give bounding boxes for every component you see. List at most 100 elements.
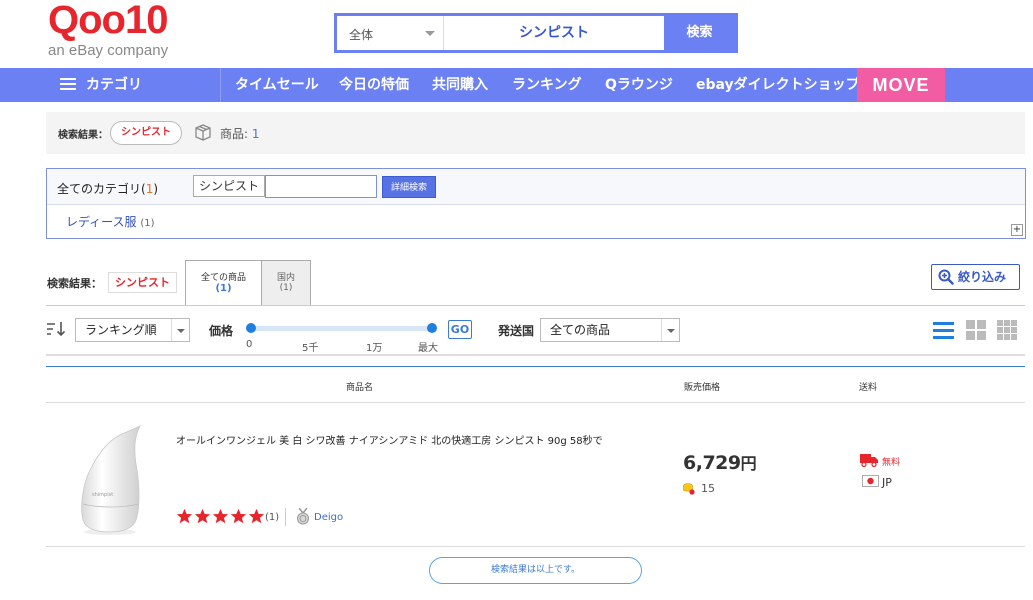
- free-shipping-label: 無料: [882, 458, 901, 468]
- category-item-ladies-clothing[interactable]: レディース服 (1): [66, 213, 155, 230]
- product-price-currency: 円: [740, 454, 757, 473]
- col-header-price: 販売価格: [684, 383, 721, 393]
- expand-categories-button[interactable]: +: [1011, 224, 1023, 236]
- product-count-value: 1: [251, 127, 260, 141]
- ship-country-value: 全ての商品: [550, 323, 611, 337]
- row-divider: [46, 546, 1025, 547]
- star-icon: [230, 508, 247, 524]
- price-tick: 最大: [418, 343, 438, 354]
- tabs-result-label: 検索結果：: [47, 277, 102, 290]
- nav-item-qlounge[interactable]: Qラウンジ: [605, 68, 673, 102]
- price-slider-track[interactable]: [250, 326, 433, 331]
- product-points: 15: [701, 482, 715, 495]
- ship-country-label: 発送国: [498, 324, 535, 338]
- ship-country: JP: [882, 476, 892, 489]
- search-category-value: 全体: [349, 28, 374, 42]
- nav-item-ranking[interactable]: ランキング: [512, 68, 582, 102]
- category-item-count: (1): [140, 218, 155, 229]
- seller-link[interactable]: Deigo: [314, 512, 343, 523]
- logo-text: Qoo10: [48, 0, 168, 42]
- ship-country-select[interactable]: 全ての商品: [540, 318, 680, 342]
- seller-medal-icon: [297, 508, 309, 525]
- category-filter-box: 全てのカテゴリ(1) シンピスト 詳細検索 レディース服 (1) +: [46, 168, 1026, 239]
- col-header-shipping: 送料: [859, 383, 878, 393]
- tab-domestic[interactable]: 国内 (1): [262, 260, 311, 306]
- price-go-button[interactable]: GO: [448, 320, 472, 339]
- nav-item-ebay-direct[interactable]: ebayダイレクトショップ: [696, 68, 860, 102]
- tabs-result-keyword: シンピスト: [108, 272, 177, 293]
- all-categories-close: ): [153, 182, 159, 196]
- end-of-results-button[interactable]: 検索結果は以上です。: [429, 557, 642, 584]
- tabs-divider: [46, 305, 1025, 306]
- detail-search-button[interactable]: 詳細検索: [382, 176, 437, 198]
- star-icon: [194, 508, 211, 524]
- gallery-view-icon[interactable]: [965, 319, 987, 341]
- category-menu-button[interactable]: カテゴリ: [60, 68, 142, 102]
- svg-text:shimpist: shimpist: [92, 492, 113, 498]
- points-coin-icon: [683, 483, 695, 495]
- truck-icon: [860, 454, 878, 467]
- tab-label: 全ての商品: [200, 273, 246, 283]
- star-icon: [248, 508, 265, 524]
- rating-divider: [285, 508, 286, 526]
- filter-button-label: 絞り込み: [958, 270, 1007, 284]
- search-result-summary: 検索結果： シンピスト 商品: 1: [46, 112, 1025, 154]
- list-view-icon[interactable]: [932, 319, 954, 341]
- sort-order-select[interactable]: ランキング順: [75, 318, 190, 342]
- product-count: 商品: 1: [220, 125, 260, 142]
- zoom-in-icon: [938, 269, 954, 285]
- grid-view-icon[interactable]: [996, 319, 1018, 341]
- filter-button[interactable]: 絞り込み: [931, 264, 1020, 290]
- star-icon: [176, 508, 193, 524]
- review-count[interactable]: (1): [265, 512, 279, 523]
- search-input[interactable]: シンピスト: [444, 16, 664, 50]
- category-filter-header: 全てのカテゴリ(1) シンピスト 詳細検索: [47, 169, 1025, 205]
- chevron-down-icon: [661, 319, 679, 341]
- tab-count: (1): [279, 283, 293, 293]
- controls-divider: [46, 354, 1025, 356]
- hamburger-icon: [60, 78, 76, 90]
- all-categories-label: 全てのカテゴリ(: [57, 182, 146, 196]
- keyword-tag: シンピスト: [193, 175, 266, 197]
- result-label: 検索結果：: [58, 130, 108, 141]
- nav-item-today-deal[interactable]: 今日の特価: [339, 68, 409, 102]
- search-button[interactable]: 検索: [664, 16, 735, 50]
- category-menu-label: カテゴリ: [86, 77, 142, 93]
- price-tick: 5千: [302, 343, 319, 354]
- search-bar: 全体 シンピスト 検索: [334, 13, 738, 53]
- price-tick: 0: [246, 339, 253, 350]
- chevron-down-icon: [425, 31, 435, 36]
- japan-flag-icon: [862, 475, 879, 487]
- price-filter-label: 価格: [209, 324, 234, 338]
- col-header-name: 商品名: [346, 383, 374, 393]
- result-keyword-chip[interactable]: シンピスト: [110, 121, 182, 145]
- nav-item-group-buy[interactable]: 共同購入: [432, 68, 488, 102]
- main-nav: カテゴリ タイムセール 今日の特価 共同購入 ランキング Qラウンジ ebayダ…: [0, 68, 1033, 102]
- refine-keyword-input[interactable]: [265, 175, 377, 198]
- price-slider-min-handle[interactable]: [246, 323, 256, 333]
- price-slider-max-handle[interactable]: [427, 323, 437, 333]
- tab-all-products[interactable]: 全ての商品 (1): [185, 260, 262, 306]
- box-icon: [195, 124, 211, 141]
- move-banner[interactable]: MOVE: [857, 68, 945, 102]
- search-category-select[interactable]: 全体: [337, 16, 444, 50]
- logo-subtitle: an eBay company: [48, 42, 169, 59]
- product-name-link[interactable]: オールインワンジェル 美 白 シワ改善 ナイアシンアミド 北の快適工房 シンピス…: [176, 432, 603, 447]
- star-icon: [212, 508, 229, 524]
- qoo10-logo[interactable]: Qoo10 an eBay company: [48, 0, 188, 60]
- product-count-label: 商品:: [220, 127, 249, 141]
- product-price: 6,729円: [683, 450, 757, 474]
- sort-order-value: ランキング順: [85, 323, 157, 337]
- product-image[interactable]: shimpist: [78, 424, 142, 536]
- sort-icon: [47, 322, 66, 337]
- price-tick: 1万: [366, 343, 383, 354]
- category-item-label: レディース服: [66, 215, 137, 229]
- rating-stars: [176, 508, 266, 526]
- all-categories-link[interactable]: 全てのカテゴリ(1): [57, 180, 158, 197]
- product-price-value: 6,729: [683, 452, 741, 474]
- results-table-header: 商品名 販売価格 送料: [46, 366, 1025, 403]
- chevron-down-icon: [171, 319, 189, 341]
- nav-divider: [220, 68, 221, 102]
- nav-item-timesale[interactable]: タイムセール: [235, 68, 319, 102]
- tab-count: (1): [215, 283, 232, 294]
